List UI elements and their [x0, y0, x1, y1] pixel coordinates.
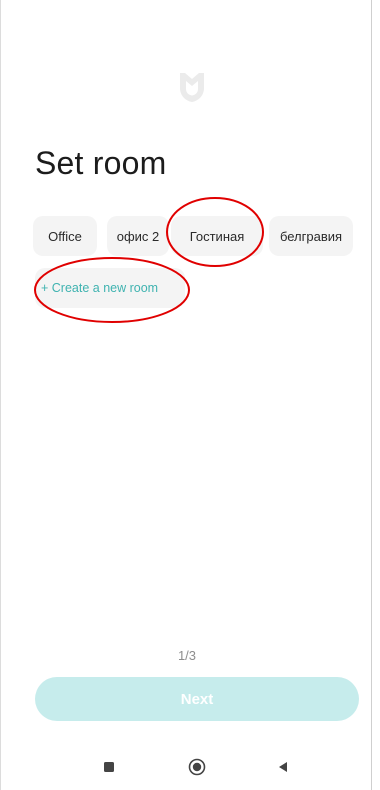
room-chip-label: Гостиная: [189, 228, 245, 244]
room-chip-label: Office: [48, 228, 82, 244]
circle-home-icon: [188, 758, 206, 776]
room-chip-label: белгравия: [279, 228, 343, 244]
create-new-room-button[interactable]: + Create a new room: [35, 268, 185, 308]
system-navigation-bar: [1, 752, 373, 782]
room-chip-label: офис 2: [116, 228, 160, 244]
recent-apps-button[interactable]: [94, 752, 124, 782]
square-recent-apps-icon: [104, 762, 114, 772]
create-new-room-label: + Create a new room: [41, 281, 159, 295]
room-chip-office[interactable]: Office: [33, 216, 97, 256]
back-button[interactable]: [268, 752, 298, 782]
page-title: Set room: [35, 145, 167, 181]
room-chip-belgraviya[interactable]: белгравия: [269, 216, 353, 256]
room-chip-gostinaya[interactable]: Гостиная: [171, 216, 263, 256]
next-button[interactable]: Next: [35, 677, 359, 721]
mi-home-logo-icon: [180, 73, 204, 102]
room-chip-ofis-2[interactable]: офис 2: [107, 216, 169, 256]
screen: Set room Office офис 2 Гостиная белграви…: [0, 0, 372, 790]
step-indicator: 1/3: [177, 648, 197, 663]
home-button[interactable]: [182, 752, 212, 782]
triangle-back-icon: [279, 762, 287, 772]
